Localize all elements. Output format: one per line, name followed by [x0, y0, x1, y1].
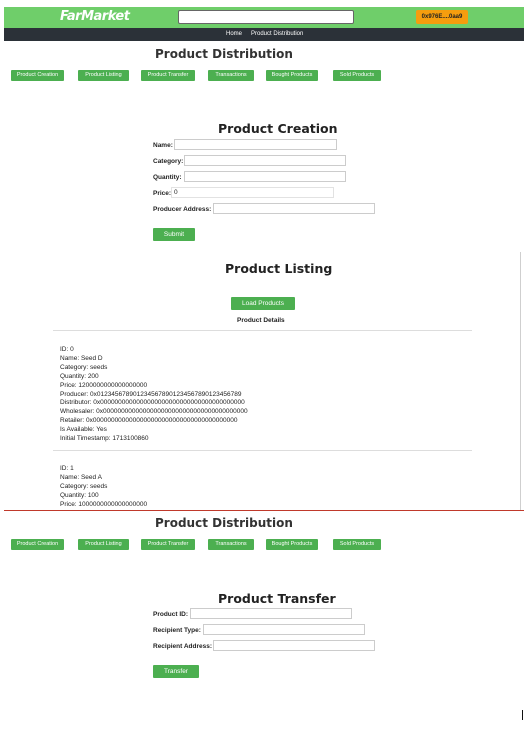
product-line: Category: seeds [60, 363, 108, 371]
tab-transactions[interactable]: Transactions [208, 539, 254, 550]
category-input[interactable] [184, 155, 346, 166]
product-line: Quantity: 200 [60, 372, 99, 380]
recipient-address-label: Recipient Address: [153, 643, 212, 650]
page-title: Product Distribution [155, 47, 293, 61]
product-creation-title: Product Creation [218, 121, 338, 136]
product-line: Price: 1200000000000000000 [60, 381, 148, 389]
screenshot-seam [4, 510, 524, 511]
tab-bought-products[interactable]: Bought Products [266, 539, 318, 550]
product-line: Name: Seed D [60, 354, 103, 362]
product-line: Category: seeds [60, 482, 108, 490]
product-line: Name: Seed A [60, 473, 102, 481]
producer-address-label: Producer Address: [153, 206, 212, 213]
name-input[interactable] [174, 139, 337, 150]
product-line: ID: 1 [60, 465, 74, 472]
name-label: Name: [153, 142, 173, 149]
search-input[interactable] [178, 10, 354, 24]
nav-bar: Home Product Distribution [4, 28, 524, 41]
recipient-type-label: Recipient Type: [153, 627, 201, 634]
quantity-label: Quantity: [153, 174, 182, 181]
category-label: Category: [153, 158, 184, 165]
product-transfer-title: Product Transfer [218, 591, 336, 606]
producer-address-input[interactable] [213, 203, 375, 214]
product-line: Wholesaler: 0x00000000000000000000000000… [60, 408, 248, 416]
nav-home-link[interactable]: Home [226, 31, 242, 37]
product-line: Is Available: Yes [60, 426, 107, 434]
price-input[interactable]: 0 [171, 187, 334, 198]
load-products-button[interactable]: Load Products [231, 297, 295, 310]
tab-product-listing[interactable]: Product Listing [78, 539, 129, 550]
recipient-type-input[interactable] [203, 624, 365, 635]
product-line: Retailer: 0x0000000000000000000000000000… [60, 417, 238, 425]
product-card-1: ID: 1 Name: Seed A Category: seeds Quant… [60, 465, 147, 510]
product-id-input[interactable] [190, 608, 352, 619]
product-line: Initial Timestamp: 1713100860 [60, 435, 149, 443]
text-cursor [522, 710, 523, 720]
nav-product-distribution-link[interactable]: Product Distribution [251, 31, 303, 37]
product-line: Distributor: 0x0000000000000000000000000… [60, 399, 245, 407]
tab-product-transfer[interactable]: Product Transfer [141, 539, 195, 550]
transfer-button[interactable]: Transfer [153, 665, 199, 678]
product-details-heading: Product Details [237, 317, 285, 324]
tab-sold-products[interactable]: Sold Products [333, 539, 381, 550]
recipient-address-input[interactable] [213, 640, 375, 651]
tab-product-creation[interactable]: Product Creation [11, 539, 64, 550]
product-line: ID: 0 [60, 346, 74, 353]
tab-product-creation[interactable]: Product Creation [11, 70, 64, 81]
wallet-address-button[interactable]: 0x976E....0aa9 [416, 10, 468, 24]
scroll-edge [520, 252, 521, 510]
product-line: Price: 1000000000000000000 [60, 500, 148, 508]
tab-bought-products[interactable]: Bought Products [266, 70, 318, 81]
product-card-0: ID: 0 Name: Seed D Category: seeds Quant… [60, 346, 248, 444]
page-title-2: Product Distribution [155, 516, 293, 530]
product-divider [53, 450, 472, 451]
submit-button[interactable]: Submit [153, 228, 195, 241]
product-line: Producer: 0x0123456789012345678901234567… [60, 390, 242, 398]
tab-sold-products[interactable]: Sold Products [333, 70, 381, 81]
product-line: Quantity: 100 [60, 491, 99, 499]
product-listing-title: Product Listing [225, 261, 333, 276]
header-bar: FarMarket 0x976E....0aa9 [4, 7, 524, 28]
tab-product-transfer[interactable]: Product Transfer [141, 70, 195, 81]
product-id-label: Product ID: [153, 611, 189, 618]
app-logo[interactable]: FarMarket [60, 9, 130, 24]
details-divider-top [53, 330, 472, 331]
price-label: Price: [153, 190, 172, 197]
tab-product-listing[interactable]: Product Listing [78, 70, 129, 81]
quantity-input[interactable] [184, 171, 346, 182]
tab-transactions[interactable]: Transactions [208, 70, 254, 81]
